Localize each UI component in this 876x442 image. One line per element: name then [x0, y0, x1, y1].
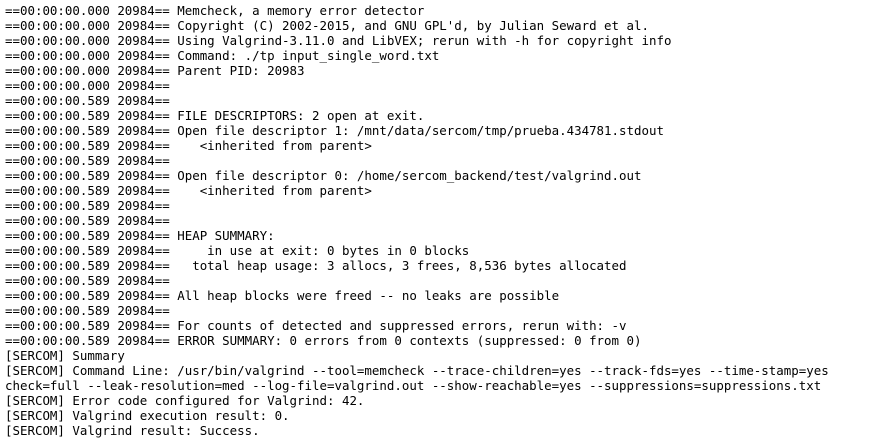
terminal-line: ==00:00:00.000 20984== Parent PID: 20983 — [5, 63, 305, 78]
terminal-line: ==00:00:00.589 20984== — [5, 153, 170, 168]
terminal-line: [SERCOM] Command Line: /usr/bin/valgrind… — [5, 363, 829, 378]
terminal-line: ==00:00:00.589 20984== Open file descrip… — [5, 168, 642, 183]
terminal-line: ==00:00:00.589 20984== ERROR SUMMARY: 0 … — [5, 333, 642, 348]
terminal-line: ==00:00:00.000 20984== Using Valgrind-3.… — [5, 33, 672, 48]
terminal-line: [SERCOM] Valgrind result: Success. — [5, 423, 260, 438]
terminal-line: ==00:00:00.589 20984== <inherited from p… — [5, 183, 372, 198]
terminal-line: ==00:00:00.589 20984== All heap blocks w… — [5, 288, 560, 303]
terminal-line: ==00:00:00.000 20984== — [5, 78, 170, 93]
terminal-line: ==00:00:00.589 20984== HEAP SUMMARY: — [5, 228, 275, 243]
terminal-line: ==00:00:00.589 20984== For counts of det… — [5, 318, 627, 333]
terminal-line: check=full --leak-resolution=med --log-f… — [5, 378, 822, 393]
terminal-line: [SERCOM] Valgrind execution result: 0. — [5, 408, 290, 423]
terminal-line: [SERCOM] Error code configured for Valgr… — [5, 393, 365, 408]
terminal-line: ==00:00:00.589 20984== total heap usage:… — [5, 258, 627, 273]
terminal-line: ==00:00:00.589 20984== in use at exit: 0… — [5, 243, 470, 258]
terminal-line: ==00:00:00.000 20984== Command: ./tp inp… — [5, 48, 440, 63]
terminal-line: ==00:00:00.589 20984== — [5, 198, 170, 213]
terminal-line: ==00:00:00.589 20984== FILE DESCRIPTORS:… — [5, 108, 425, 123]
terminal-line: ==00:00:00.589 20984== — [5, 213, 170, 228]
terminal-output[interactable]: ==00:00:00.000 20984== Memcheck, a memor… — [0, 0, 876, 442]
terminal-line: ==00:00:00.589 20984== — [5, 93, 170, 108]
terminal-line: ==00:00:00.000 20984== Memcheck, a memor… — [5, 3, 425, 18]
terminal-line: ==00:00:00.589 20984== <inherited from p… — [5, 138, 372, 153]
terminal-line: ==00:00:00.589 20984== — [5, 303, 170, 318]
terminal-line: ==00:00:00.000 20984== Copyright (C) 200… — [5, 18, 649, 33]
terminal-line: ==00:00:00.589 20984== Open file descrip… — [5, 123, 664, 138]
terminal-line: ==00:00:00.589 20984== — [5, 273, 170, 288]
terminal-line: [SERCOM] Summary — [5, 348, 125, 363]
